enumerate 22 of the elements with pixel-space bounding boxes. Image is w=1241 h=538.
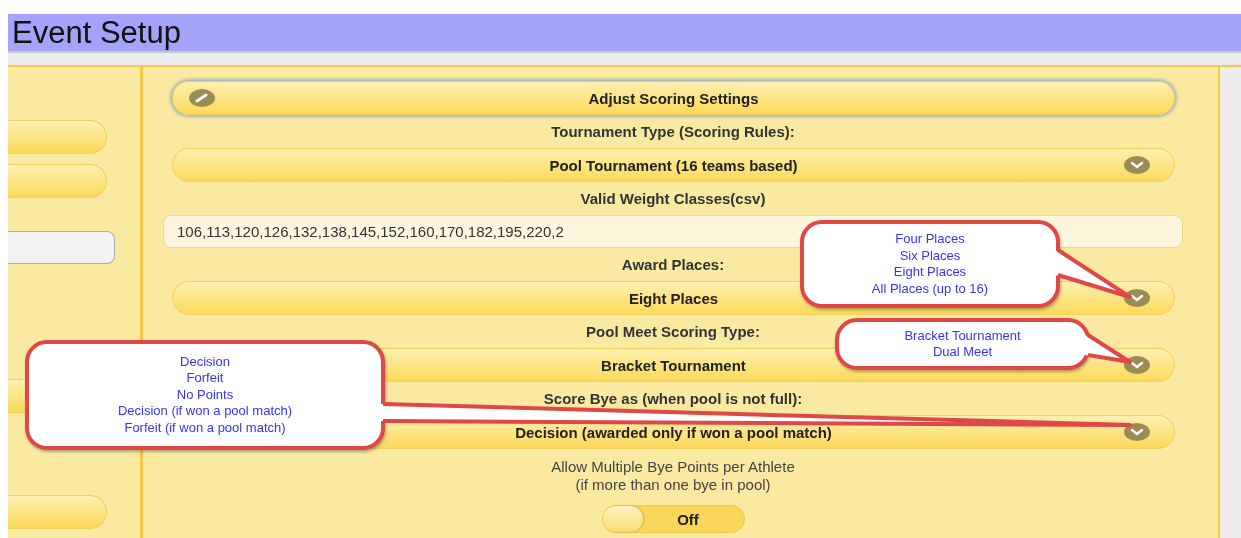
sidebar-button[interactable]: [8, 495, 107, 529]
field-label: Pool Meet Scoring Type:: [586, 323, 760, 341]
options-tooltip: Decision Forfeit No Points Decision (if won a pool match) Forfeit (if won a pool match): [25, 340, 385, 450]
chevron-down-icon: [1124, 423, 1150, 441]
chevron-down-icon: [1124, 356, 1150, 374]
option-note: (if more than one bye in pool): [575, 476, 771, 494]
tooltip-tail: [1085, 333, 1132, 364]
toggle-switch[interactable]: Off: [601, 505, 745, 533]
adjust-scoring-button[interactable]: Adjust Scoring Settings: [172, 81, 1175, 115]
sidebar-button[interactable]: [8, 120, 107, 154]
chevron-down-icon: [1124, 156, 1150, 174]
sidebar-button[interactable]: [8, 164, 107, 198]
option-label: Allow Multiple Bye Points per Athlete: [551, 458, 795, 476]
page-title: Event Setup: [8, 14, 1241, 53]
field-label: Award Places:: [621, 256, 725, 274]
pencil-icon: [189, 89, 215, 107]
field-label: Valid Weight Classes(csv): [580, 190, 766, 208]
sidebar-input-field[interactable]: [8, 231, 115, 264]
field-label: Tournament Type (Scoring Rules):: [551, 123, 795, 141]
dropdown-select[interactable]: Pool Tournament (16 teams based): [172, 148, 1175, 182]
chevron-down-icon: [1124, 289, 1150, 307]
field-label: Score Bye as (when pool is not full):: [543, 390, 803, 408]
